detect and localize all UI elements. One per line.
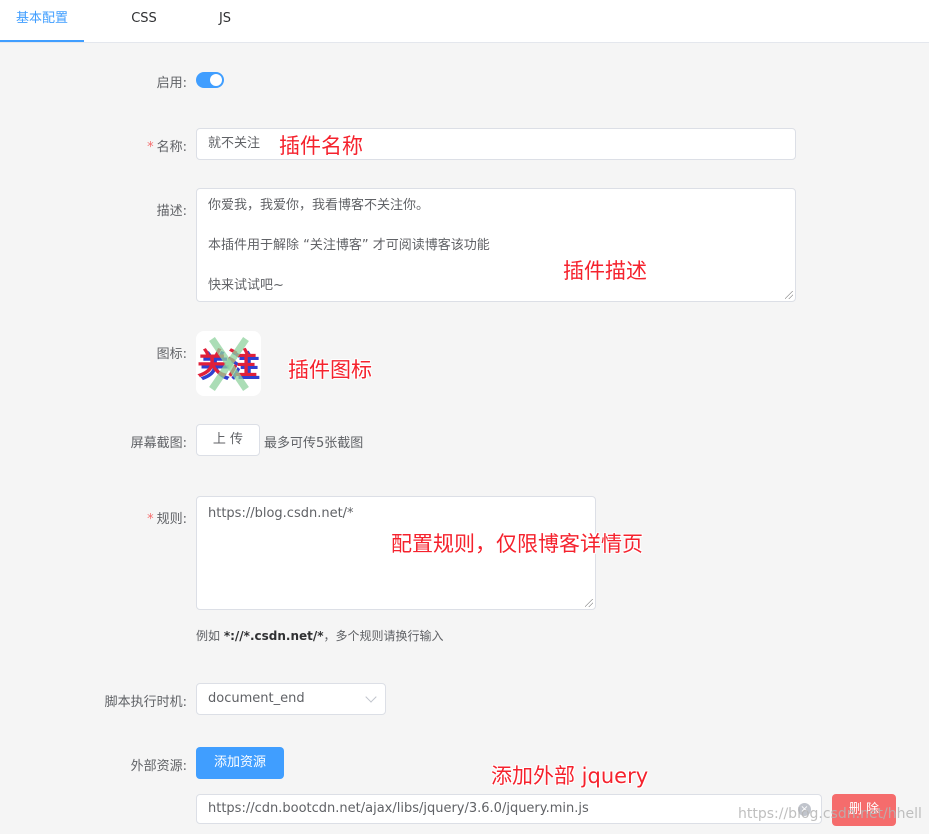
rule-hint-suffix: ，多个规则请换行输入 [323, 629, 444, 643]
annotation-resource: 添加外部 jquery [491, 764, 649, 788]
desc-text: 你爱我，我爱你，我看博客不关注你。 本插件用于解除 “关注博客” 才可阅读博客该… [208, 198, 490, 293]
tab-css[interactable]: CSS [118, 0, 170, 42]
annotation-icon: 插件图标 [288, 358, 372, 382]
active-tab-indicator [0, 40, 84, 42]
upload-hint: 最多可传5张截图 [264, 436, 364, 451]
rule-label: * 规则: [147, 508, 187, 527]
enabled-label: 启用: [156, 76, 187, 91]
plugin-icon-image: 关注 关注 [197, 337, 260, 391]
upload-button[interactable]: 上 传 [196, 424, 260, 456]
desc-textarea[interactable]: 你爱我，我爱你，我看博客不关注你。 本插件用于解除 “关注博客” 才可阅读博客该… [196, 188, 796, 302]
resource-value: https://cdn.bootcdn.net/ajax/libs/jquery… [208, 801, 589, 816]
chevron-down-icon [365, 691, 377, 703]
tab-basic-config[interactable]: 基本配置 [0, 0, 84, 42]
timing-label: 脚本执行时机: [104, 695, 187, 710]
rule-hint-example: *://*.csdn.net/* [223, 629, 324, 643]
enabled-switch[interactable] [196, 72, 224, 88]
desc-label: 描述: [156, 204, 187, 219]
screenshot-label: 屏幕截图: [130, 436, 187, 451]
timing-value: document_end [208, 691, 305, 706]
switch-knob [210, 74, 222, 86]
rule-label-text: 规则: [156, 512, 187, 527]
timing-select[interactable]: document_end [196, 683, 386, 715]
rule-hint-prefix: 例如 [196, 629, 224, 643]
annotation-name: 插件名称 [279, 134, 363, 158]
watermark: https://blog.csdn.net/hhell [738, 806, 922, 822]
rule-hint: 例如 *://*.csdn.net/*，多个规则请换行输入 [196, 627, 444, 644]
rule-text: https://blog.csdn.net/* [208, 506, 354, 521]
name-label-text: 名称: [156, 140, 187, 155]
required-mark: * [147, 140, 154, 155]
resize-handle-icon[interactable] [785, 291, 793, 299]
plugin-icon[interactable]: 关注 关注 [196, 331, 261, 396]
name-label: * 名称: [147, 136, 187, 155]
resize-handle-icon[interactable] [585, 599, 593, 607]
annotation-rule: 配置规则，仅限博客详情页 [391, 532, 643, 556]
required-mark: * [147, 512, 154, 527]
tab-js[interactable]: JS [206, 0, 244, 42]
icon-label: 图标: [156, 347, 187, 362]
tab-bar: 基本配置 CSS JS [0, 0, 929, 43]
resource-input[interactable]: https://cdn.bootcdn.net/ajax/libs/jquery… [196, 794, 822, 824]
resource-label: 外部资源: [130, 759, 187, 774]
add-resource-button[interactable]: 添加资源 [196, 747, 284, 779]
annotation-desc: 插件描述 [563, 259, 647, 283]
